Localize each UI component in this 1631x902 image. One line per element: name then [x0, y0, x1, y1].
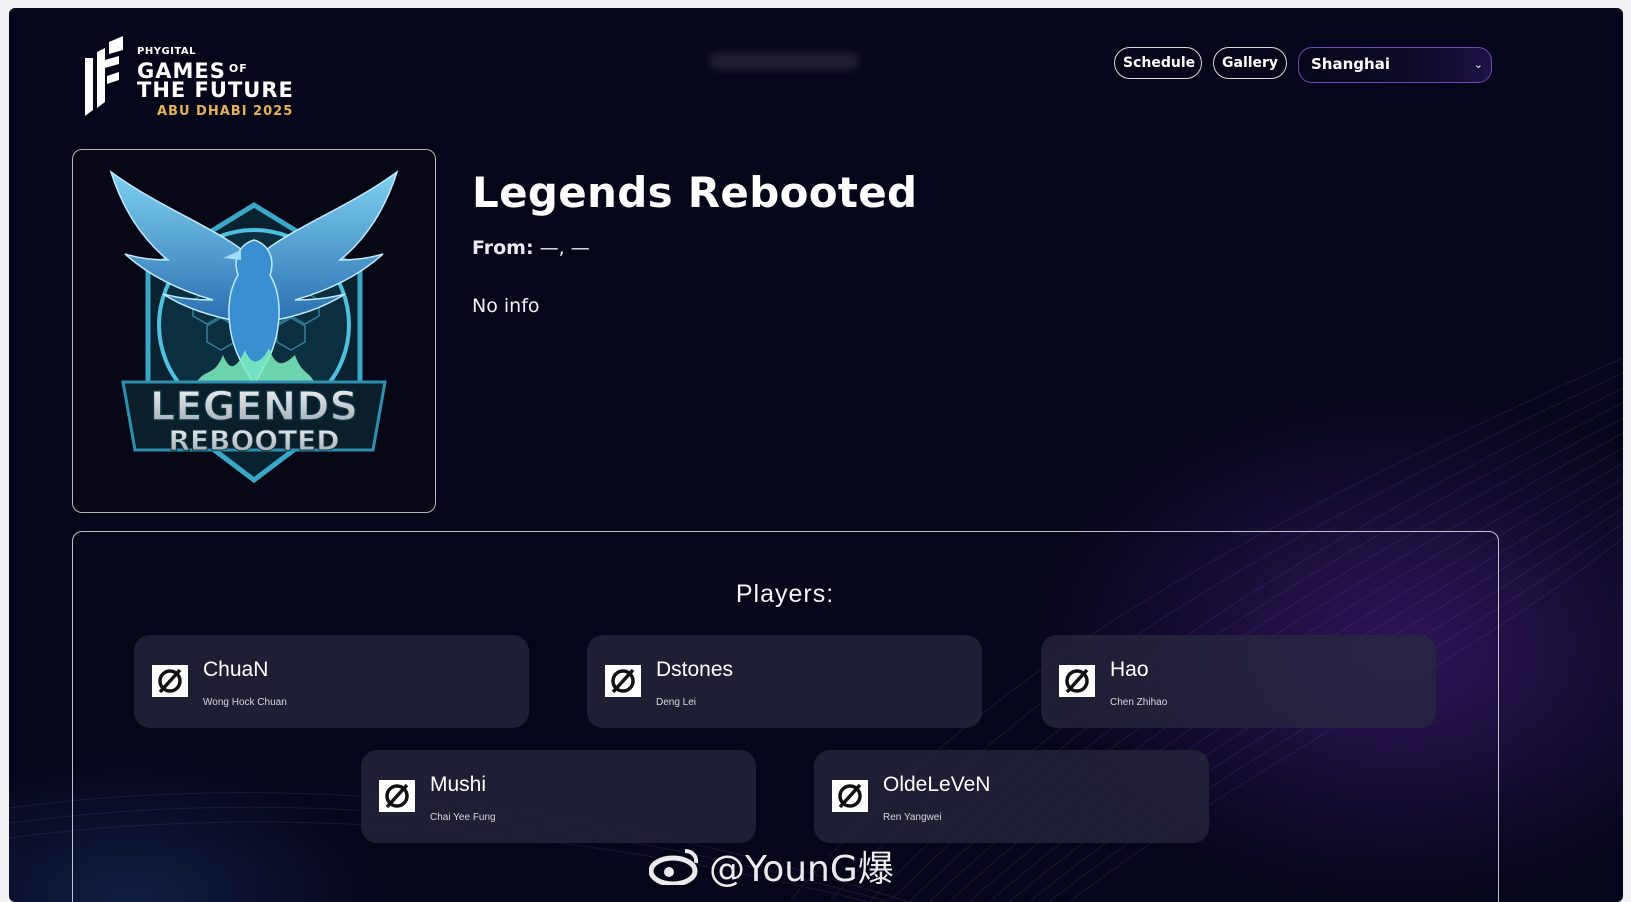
player-real-name: Deng Lei: [656, 697, 697, 708]
player-real-name: Chen Zhihao: [1110, 697, 1168, 708]
page-frame: PHYGITAL GAMES OF THE FUTURE ABU DHABI 20…: [9, 8, 1623, 902]
from-label: From:: [472, 237, 534, 259]
player-nickname: ChuaN: [203, 658, 269, 681]
no-photo-icon: [832, 780, 868, 812]
weibo-watermark: @YounG爆: [649, 840, 894, 892]
team-info: No info: [472, 295, 540, 317]
player-real-name: Chai Yee Fung: [430, 812, 496, 823]
no-photo-icon: [1059, 665, 1095, 697]
logo-future-text: THE FUTURE: [137, 78, 294, 102]
player-card[interactable]: Mushi Chai Yee Fung: [361, 750, 756, 843]
player-nickname: Hao: [1110, 658, 1149, 681]
weibo-icon: [649, 849, 699, 885]
no-photo-icon: [605, 665, 641, 697]
phoenix-emblem-image: LEGENDS REBOOTED: [109, 170, 399, 484]
players-heading: Players:: [735, 580, 835, 608]
chevron-down-icon: ⌄: [1473, 58, 1483, 71]
city-select[interactable]: Shanghai ⌄: [1298, 47, 1492, 83]
team-logo: LEGENDS REBOOTED: [72, 149, 436, 513]
team-name: Legends Rebooted: [472, 168, 918, 217]
watermark-text: @YounG爆: [709, 849, 894, 890]
player-real-name: Ren Yangwei: [883, 812, 942, 823]
team-logo-text-2: REBOOTED: [168, 424, 339, 457]
player-card[interactable]: Dstones Deng Lei: [587, 635, 982, 728]
no-photo-icon: [379, 780, 415, 812]
logo-phygital-text: PHYGITAL: [137, 46, 197, 57]
gallery-button[interactable]: Gallery: [1213, 47, 1287, 79]
from-value: —, —: [539, 237, 590, 259]
player-card[interactable]: ChuaN Wong Hock Chuan: [134, 635, 529, 728]
player-card[interactable]: OldeLeVeN Ren Yangwei: [814, 750, 1209, 843]
player-nickname: OldeLeVeN: [883, 773, 991, 796]
player-real-name: Wong Hock Chuan: [203, 697, 287, 708]
team-origin: From: —, —: [472, 237, 590, 259]
no-photo-icon: [152, 665, 188, 697]
player-nickname: Mushi: [430, 773, 487, 796]
blurred-header-text: [709, 52, 859, 70]
logo-year-text: ABU DHABI 2025: [157, 104, 294, 119]
logo-emblem-icon: [85, 36, 123, 116]
player-nickname: Dstones: [656, 658, 734, 681]
player-card[interactable]: Hao Chen Zhihao: [1041, 635, 1436, 728]
schedule-button[interactable]: Schedule: [1114, 47, 1202, 79]
games-of-the-future-logo[interactable]: PHYGITAL GAMES OF THE FUTURE ABU DHABI 20…: [79, 26, 319, 126]
city-select-value: Shanghai: [1311, 55, 1390, 73]
